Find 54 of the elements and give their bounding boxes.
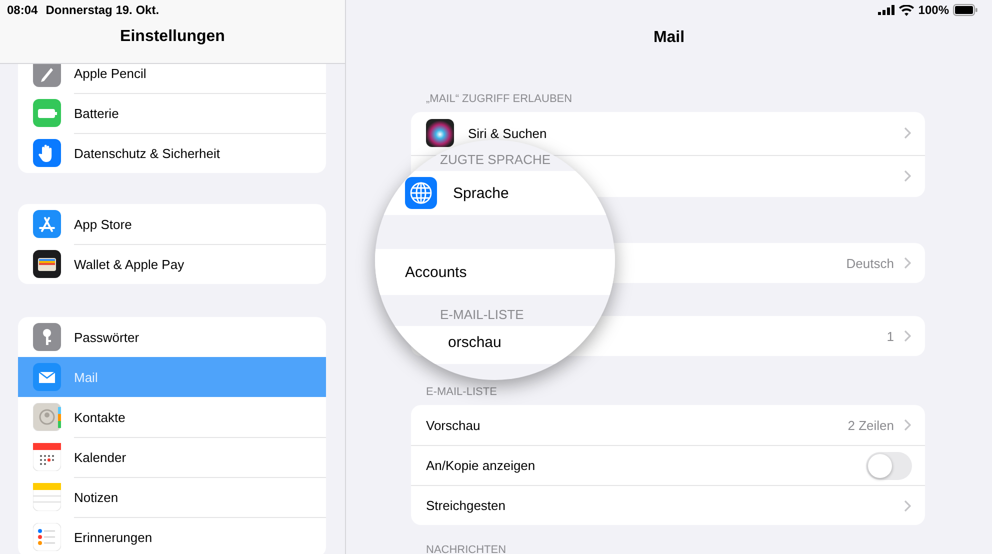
- section-header: „MAIL“ ZUGRIFF ERLAUBEN: [426, 93, 572, 105]
- globe-icon: [405, 177, 437, 209]
- row-label: An/Kopie anzeigen: [426, 458, 536, 473]
- sidebar-item[interactable]: Erinnerungen: [18, 517, 326, 554]
- battery-percent: 100%: [918, 3, 949, 17]
- chevron-icon: [904, 170, 911, 182]
- key-icon: [33, 323, 61, 351]
- sidebar-item[interactable]: Apple Pencil: [18, 64, 326, 93]
- row-label: Vorschau: [426, 418, 480, 432]
- sidebar-item[interactable]: App Store: [18, 204, 326, 244]
- sidebar-item[interactable]: Notizen: [18, 477, 326, 517]
- contact-card-icon: [33, 403, 61, 431]
- chevron-icon: [904, 127, 911, 140]
- orb-icon: [426, 119, 454, 148]
- signal-icon: [878, 5, 896, 15]
- row-value: 1: [886, 328, 894, 344]
- settings-row[interactable]: Vorschau 2 Zeilen: [411, 405, 925, 445]
- sidebar-title: Einstellungen: [120, 28, 225, 46]
- sidebar-item[interactable]: Passwörter: [18, 317, 326, 357]
- row-value: 2 Zeilen: [848, 418, 894, 432]
- notepad-icon: [33, 483, 61, 511]
- envelope-icon: [33, 363, 61, 391]
- section-header: ZUGTE SPRACHE: [440, 152, 551, 167]
- row-label: Siri & Suchen: [468, 126, 547, 141]
- chevron-icon: [904, 419, 911, 431]
- row-label: Streichgesten: [426, 498, 506, 513]
- toggle-switch[interactable]: [866, 452, 912, 480]
- chevron-icon: [904, 330, 911, 342]
- section-header: NACHRICHTEN: [426, 544, 506, 554]
- sidebar-item[interactable]: Batterie: [18, 93, 326, 133]
- settings-row[interactable]: Streichgesten: [411, 485, 925, 525]
- settings-row[interactable]: Siri & Suchen: [411, 112, 925, 154]
- chevron-icon: [904, 257, 911, 269]
- calendar-icon: [33, 443, 61, 471]
- hand-icon: [33, 139, 61, 167]
- settings-row[interactable]: An/Kopie anzeigen: [411, 445, 925, 485]
- chevron-icon: [904, 500, 911, 512]
- status-date: Donnerstag 19. Okt.: [46, 3, 160, 17]
- row-value: Deutsch: [846, 256, 894, 270]
- checklist-icon: [33, 523, 61, 551]
- battery-icon: [33, 99, 61, 127]
- settings-row[interactable]: Accounts: [375, 249, 615, 295]
- wallet-icon: [33, 250, 61, 278]
- sidebar-item[interactable]: Kontakte: [18, 397, 326, 437]
- section-header: E-MAIL-LISTE: [426, 386, 497, 398]
- status-time: 08:04: [7, 3, 38, 17]
- sidebar-item[interactable]: Wallet & Apple Pay: [18, 244, 326, 284]
- battery-icon: [953, 4, 978, 16]
- letter-a-icon: [33, 210, 61, 238]
- section-header: E-MAIL-LISTE: [440, 307, 524, 322]
- page-title: Mail: [653, 29, 685, 47]
- sidebar-item[interactable]: Kalender: [18, 437, 326, 477]
- wifi-icon: [899, 4, 914, 16]
- sidebar-item[interactable]: Datenschutz & Sicherheit: [18, 133, 326, 173]
